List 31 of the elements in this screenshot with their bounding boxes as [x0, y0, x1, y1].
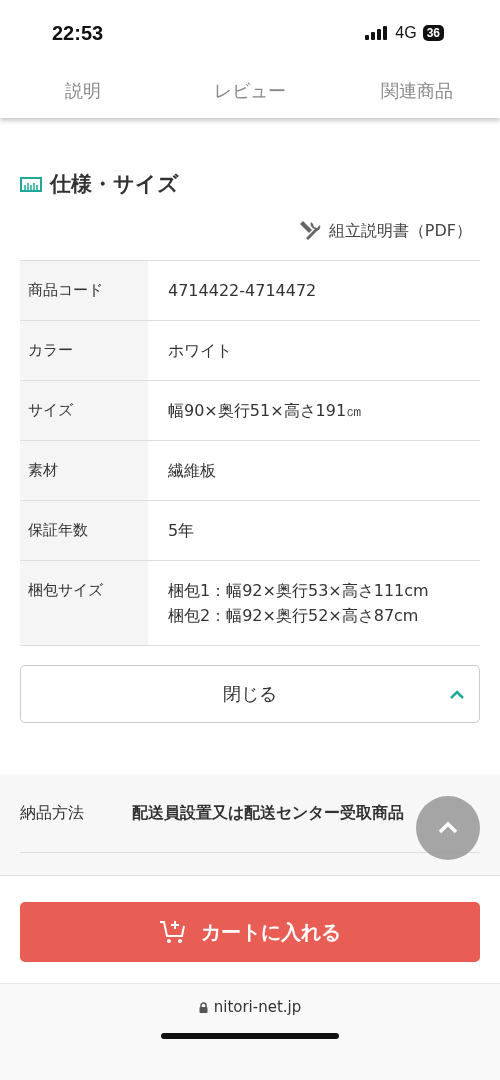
- spec-value: 繊維板: [167, 460, 217, 482]
- spec-label: 梱包サイズ: [20, 561, 148, 645]
- spec-value: ホワイト: [167, 340, 233, 362]
- tab[interactable]: 関連商品: [333, 66, 500, 118]
- spec-label: カラー: [20, 321, 148, 380]
- close-button[interactable]: 閉じる: [20, 665, 480, 723]
- delivery-value: 配送員設置又は配送センター受取商品: [132, 802, 404, 824]
- signal-icon: [365, 26, 390, 40]
- tab[interactable]: 説明: [0, 66, 167, 118]
- status-time: 22:53: [52, 21, 104, 45]
- network-label: 4G: [395, 24, 417, 42]
- spec-value: 梱包1：幅92×奥行53×高さ111cm 梱包2：幅92×奥行52×高さ87cm: [167, 580, 430, 627]
- chevron-up-icon: [437, 821, 459, 835]
- spec-label: サイズ: [20, 381, 148, 440]
- url-label: nitori-net.jp: [198, 998, 302, 1016]
- spec-label: 商品コード: [20, 261, 148, 320]
- spec-label: 保証年数: [20, 501, 148, 560]
- spec-value: 5年: [167, 520, 196, 542]
- spec-value: 幅90×奥行51×高さ191㎝: [167, 400, 364, 422]
- ruler-icon: [20, 176, 42, 192]
- delivery-label: 納品方法: [20, 802, 85, 824]
- tab[interactable]: レビュー: [166, 66, 334, 118]
- spec-value: 4714422-4714472: [167, 280, 318, 302]
- lock-icon: [198, 1001, 208, 1013]
- chevron-up-icon: [449, 690, 465, 700]
- section-title: 仕様・サイズ: [50, 171, 179, 198]
- battery-indicator: 36: [422, 25, 444, 41]
- spec-label: 素材: [20, 441, 148, 500]
- add-to-cart-button[interactable]: カートに入れる: [20, 902, 480, 962]
- manual-link[interactable]: 組立説明書（PDF）: [296, 218, 472, 244]
- cart-icon: [159, 919, 187, 945]
